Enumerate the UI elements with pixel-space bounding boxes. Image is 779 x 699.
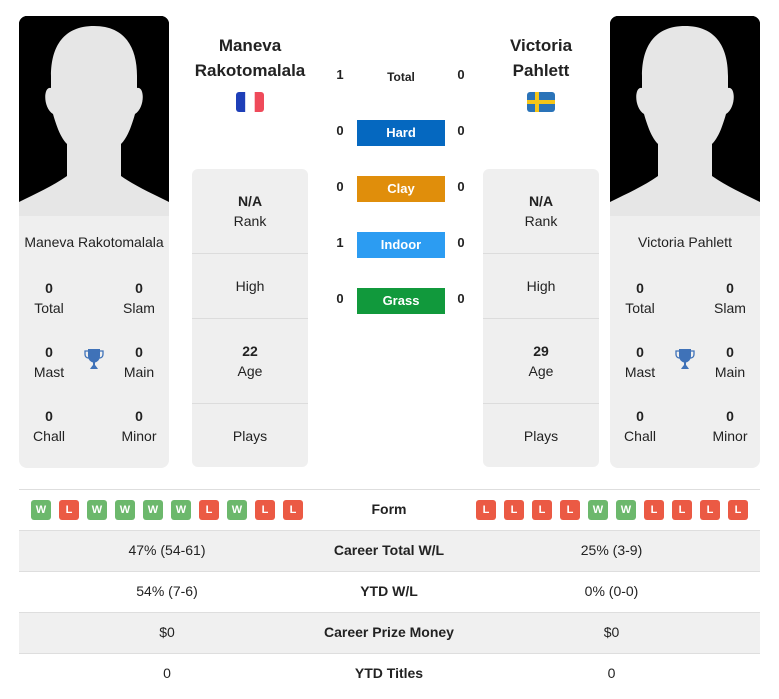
h2h-total-p1: 1: [336, 67, 344, 82]
surface-grass-badge[interactable]: Grass: [357, 288, 445, 314]
player1-titles-chall: 0 Chall: [33, 408, 65, 444]
player1-photo: [19, 16, 169, 216]
player2-rank: N/A Rank: [483, 169, 599, 254]
player1-titles-slam: 0 Slam: [123, 280, 155, 316]
player2-titles-main: 0 Main: [714, 344, 746, 380]
player1-ytd-wl: 54% (7-6): [136, 583, 198, 599]
player1-form-badges: WLWWWWLWLL: [31, 500, 303, 520]
h2h-grass-p1: 0: [336, 291, 344, 306]
france-flag-icon: [236, 92, 264, 112]
player2-name[interactable]: Victoria Pahlett: [471, 33, 611, 83]
player1-card-name: Maneva Rakotomalala: [24, 234, 164, 250]
player1-form-badge-win[interactable]: W: [143, 500, 163, 520]
career-wl-label: Career Total W/L: [333, 542, 445, 558]
trophy-icon: [673, 347, 697, 371]
prize-money-label: Career Prize Money: [324, 624, 454, 640]
player1-titles-total: 0 Total: [34, 280, 64, 316]
player1-info-panel: N/A Rank High 22 Age Plays: [192, 169, 308, 467]
player2-titles-slam: 0 Slam: [714, 280, 746, 316]
player2-form-badge-loss[interactable]: L: [476, 500, 496, 520]
player2-form-badge-win[interactable]: W: [616, 500, 636, 520]
player1-rank: N/A Rank: [192, 169, 308, 254]
player2-prize-money: $0: [603, 624, 620, 640]
player1-form-badge-win[interactable]: W: [31, 500, 51, 520]
player1-plays: Plays: [232, 428, 268, 444]
player1-form-badge-win[interactable]: W: [87, 500, 107, 520]
player1-ytd-titles: 0: [163, 665, 171, 681]
stats-row-prize-money: $0 Career Prize Money $0: [19, 612, 760, 653]
player2-info-panel: N/A Rank High 29 Age Plays: [483, 169, 599, 467]
player2-form-badge-loss[interactable]: L: [644, 500, 664, 520]
stats-row-career-wl: 47% (54-61) Career Total W/L 25% (3-9): [19, 530, 760, 571]
h2h-indoor-p2: 0: [457, 235, 465, 250]
player2-form-badge-win[interactable]: W: [588, 500, 608, 520]
player2-form-badge-loss[interactable]: L: [728, 500, 748, 520]
ytd-titles-label: YTD Titles: [354, 665, 424, 681]
player2-form-badge-loss[interactable]: L: [532, 500, 552, 520]
silhouette-icon: [610, 16, 760, 216]
player2-ytd-wl: 0% (0-0): [584, 583, 639, 599]
surface-clay-badge[interactable]: Clay: [357, 176, 445, 202]
player1-form-badge-loss[interactable]: L: [199, 500, 219, 520]
stats-row-ytd-wl: 54% (7-6) YTD W/L 0% (0-0): [19, 571, 760, 612]
player2-form-badge-loss[interactable]: L: [672, 500, 692, 520]
h2h-total-p2: 0: [457, 67, 465, 82]
h2h-total-label: Total: [387, 70, 415, 84]
player1-form-badge-loss[interactable]: L: [59, 500, 79, 520]
player2-titles-chall: 0 Chall: [624, 408, 656, 444]
h2h-indoor-p1: 1: [336, 235, 344, 250]
player1-form-badge-loss[interactable]: L: [255, 500, 275, 520]
silhouette-icon: [19, 16, 169, 216]
player1-card: Maneva Rakotomalala 0 Total 0 Slam 0 Mas…: [19, 16, 169, 468]
trophy-icon: [82, 347, 106, 371]
player2-high: High: [483, 254, 599, 319]
player2-career-wl: 25% (3-9): [580, 542, 643, 558]
player1-form-badge-win[interactable]: W: [171, 500, 191, 520]
player1-age: 22 Age: [192, 319, 308, 404]
h2h-clay-p2: 0: [457, 179, 465, 194]
player2-age: 29 Age: [483, 319, 599, 404]
player1-prize-money: $0: [159, 624, 175, 640]
form-label: Form: [371, 501, 407, 517]
form-row: WLWWWWLWLL Form LLLLWWLLLL: [19, 489, 760, 530]
stats-row-ytd-titles: 0 YTD Titles 0: [19, 653, 760, 694]
player1-titles-mast: 0 Mast: [33, 344, 65, 380]
player1-high: High: [192, 254, 308, 319]
player2-form-badge-loss[interactable]: L: [700, 500, 720, 520]
player1-form-badge-win[interactable]: W: [227, 500, 247, 520]
player2-titles-minor: 0 Minor: [712, 408, 748, 444]
player1-form-badge-win[interactable]: W: [115, 500, 135, 520]
player2-form-badges: LLLLWWLLLL: [476, 500, 748, 520]
surface-indoor-badge[interactable]: Indoor: [357, 232, 445, 258]
player2-titles-mast: 0 Mast: [624, 344, 656, 380]
player1-career-wl: 47% (54-61): [128, 542, 206, 558]
sweden-flag-icon: [527, 92, 555, 112]
player2-card: Victoria Pahlett 0 Total 0 Slam 0 Mast 0…: [610, 16, 760, 468]
h2h-hard-p2: 0: [457, 123, 465, 138]
player1-titles-main: 0 Main: [123, 344, 155, 380]
player2-photo: [610, 16, 760, 216]
h2h-clay-p1: 0: [336, 179, 344, 194]
player1-titles-minor: 0 Minor: [121, 408, 157, 444]
stats-table: WLWWWWLWLL Form LLLLWWLLLL 47% (54-61) C…: [19, 489, 760, 694]
surface-hard-badge[interactable]: Hard: [357, 120, 445, 146]
player2-form-badge-loss[interactable]: L: [504, 500, 524, 520]
player2-ytd-titles: 0: [607, 665, 616, 681]
player2-form-badge-loss[interactable]: L: [560, 500, 580, 520]
player1-form-badge-loss[interactable]: L: [283, 500, 303, 520]
player2-plays: Plays: [523, 428, 559, 444]
ytd-wl-label: YTD W/L: [360, 583, 418, 599]
player2-card-name: Victoria Pahlett: [638, 234, 732, 250]
player2-titles-total: 0 Total: [625, 280, 655, 316]
player1-name[interactable]: Maneva Rakotomalala: [180, 33, 320, 83]
h2h-hard-p1: 0: [336, 123, 344, 138]
h2h-grass-p2: 0: [457, 291, 465, 306]
